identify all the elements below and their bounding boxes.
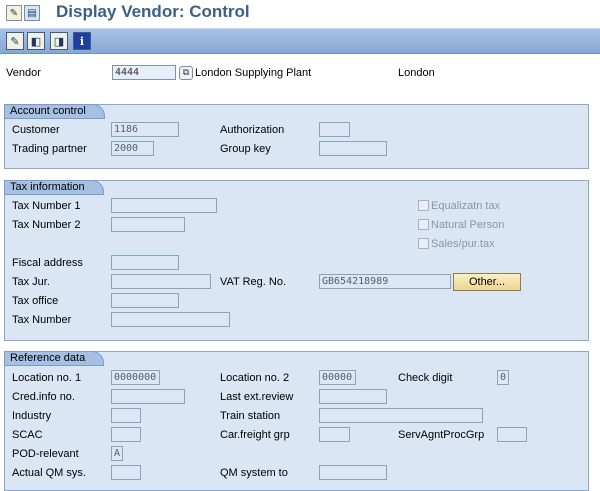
- authorization-field[interactable]: [319, 122, 350, 137]
- fiscal-address-label: Fiscal address: [12, 257, 83, 269]
- vendor-city: London: [398, 67, 435, 79]
- vendor-field[interactable]: 4444: [112, 65, 176, 80]
- tax-office-label: Tax office: [12, 295, 59, 307]
- natural-person-checkbox[interactable]: [418, 219, 429, 230]
- vat-reg-no-field[interactable]: GB654218989: [319, 274, 451, 289]
- tax-number-label: Tax Number: [12, 314, 72, 326]
- qm-system-to-label: QM system to: [220, 467, 288, 479]
- customer-field[interactable]: 1186: [111, 122, 179, 137]
- tax-jur-label: Tax Jur.: [12, 276, 50, 288]
- serv-agnt-proc-grp-label: ServAgntProcGrp: [398, 429, 485, 441]
- equalizatn-tax-label: Equalizatn tax: [431, 200, 501, 212]
- authorization-label: Authorization: [220, 124, 285, 136]
- tax-office-field[interactable]: [111, 293, 179, 308]
- equalizatn-tax-checkbox[interactable]: [418, 200, 429, 211]
- tax-number-field[interactable]: [111, 312, 230, 327]
- natural-person-label: Natural Person: [431, 219, 505, 231]
- vendor-label: Vendor: [6, 67, 41, 79]
- last-ext-review-label: Last ext.review: [220, 391, 294, 403]
- page-title: Display Vendor: Control: [56, 2, 250, 21]
- tax-number-2-label: Tax Number 2: [12, 219, 81, 231]
- vendor-name: London Supplying Plant: [195, 67, 312, 79]
- car-freight-grp-field[interactable]: [319, 427, 350, 442]
- scac-field[interactable]: [111, 427, 141, 442]
- tax-information-group: Tax information: [4, 180, 589, 341]
- account-control-title: Account control: [4, 104, 105, 119]
- change-display-icon[interactable]: ✎: [6, 5, 22, 21]
- fiscal-address-field[interactable]: [111, 255, 179, 270]
- trading-partner-field[interactable]: 2000: [111, 141, 154, 156]
- vat-reg-no-label: VAT Reg. No.: [220, 276, 287, 288]
- check-digit-field[interactable]: 0: [497, 370, 509, 385]
- customer-label: Customer: [12, 124, 60, 136]
- tax-number-1-field[interactable]: [111, 198, 217, 213]
- train-station-label: Train station: [220, 410, 281, 422]
- tax-information-title: Tax information: [4, 180, 104, 195]
- document-icon[interactable]: ▤: [24, 5, 40, 21]
- other-button[interactable]: Other...: [453, 273, 521, 291]
- application-toolbar: ✎ ◧ ◨ i: [0, 28, 600, 54]
- actual-qm-sys-label: Actual QM sys.: [12, 467, 86, 479]
- car-freight-grp-label: Car.freight grp: [220, 429, 290, 441]
- train-station-field[interactable]: [319, 408, 483, 423]
- actual-qm-sys-field[interactable]: [111, 465, 141, 480]
- tax-jur-field[interactable]: [111, 274, 211, 289]
- location-no-1-label: Location no. 1: [12, 372, 82, 384]
- serv-agnt-proc-grp-field[interactable]: [497, 427, 527, 442]
- title-bar: ✎ ▤ Display Vendor: Control: [0, 0, 600, 28]
- tax-number-1-label: Tax Number 1: [12, 200, 81, 212]
- cred-info-no-field[interactable]: [111, 389, 185, 404]
- location-no-2-field[interactable]: 00000: [319, 370, 356, 385]
- group-key-field[interactable]: [319, 141, 387, 156]
- industry-field[interactable]: [111, 408, 141, 423]
- account-control-group: Account control: [4, 104, 589, 169]
- edit-icon[interactable]: ✎: [6, 32, 24, 50]
- sales-pur-tax-checkbox[interactable]: [418, 238, 429, 249]
- check-digit-label: Check digit: [398, 372, 453, 384]
- location-no-1-field[interactable]: 0000000: [111, 370, 160, 385]
- previous-screen-icon[interactable]: ◧: [27, 32, 45, 50]
- tax-number-2-field[interactable]: [111, 217, 185, 232]
- industry-label: Industry: [12, 410, 52, 422]
- cred-info-no-label: Cred.info no.: [12, 391, 75, 403]
- trading-partner-label: Trading partner: [12, 143, 87, 155]
- reference-data-title: Reference data: [4, 351, 105, 366]
- info-icon[interactable]: i: [73, 32, 91, 50]
- matchcode-icon[interactable]: ⧉: [179, 66, 193, 80]
- next-screen-icon[interactable]: ◨: [50, 32, 68, 50]
- title-icons: ✎ ▤: [6, 5, 40, 21]
- group-key-label: Group key: [220, 143, 271, 155]
- scac-label: SCAC: [12, 429, 43, 441]
- pod-relevant-label: POD-relevant: [12, 448, 79, 460]
- location-no-2-label: Location no. 2: [220, 372, 290, 384]
- last-ext-review-field[interactable]: [319, 389, 387, 404]
- sales-pur-tax-label: Sales/pur.tax: [431, 238, 495, 250]
- pod-relevant-field[interactable]: A: [111, 446, 123, 461]
- qm-system-to-field[interactable]: [319, 465, 387, 480]
